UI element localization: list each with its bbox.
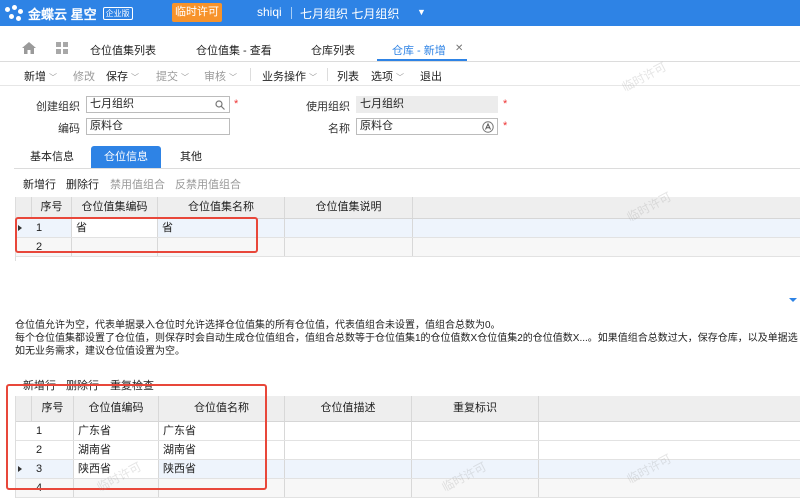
submit-button[interactable]: 提交 ﹀ bbox=[156, 68, 189, 84]
create-org-value: 七月组织 bbox=[90, 98, 134, 110]
header-cell: 序号 bbox=[32, 197, 72, 218]
header-cell: 重复标识 bbox=[412, 396, 539, 421]
tab-warehouse-value-set-list[interactable]: 仓位值集列表 bbox=[90, 42, 156, 58]
submit-label: 提交 bbox=[156, 71, 178, 83]
value-set-desc-cell[interactable] bbox=[285, 219, 413, 237]
home-icon[interactable] bbox=[22, 42, 36, 54]
highlight-box bbox=[6, 384, 267, 490]
divider bbox=[250, 68, 251, 81]
modify-button[interactable]: 修改 bbox=[73, 68, 95, 84]
options-label: 选项 bbox=[371, 71, 393, 83]
search-icon[interactable] bbox=[215, 100, 225, 110]
toolbar: 新增 ﹀ 修改 保存 ﹀ 提交 ﹀ 审核 ﹀ 业务操作 ﹀ 列表 选项 ﹀ 退出 bbox=[0, 62, 800, 86]
required-mark: * bbox=[234, 98, 239, 110]
required-mark: * bbox=[503, 120, 508, 132]
save-button[interactable]: 保存 ﹀ bbox=[106, 68, 139, 84]
chevron-down-icon: ﹀ bbox=[49, 73, 57, 82]
grid-header: 序号 仓位值集编码 仓位值集名称 仓位值集说明 bbox=[16, 197, 800, 219]
header-cell: 仓位值集说明 bbox=[285, 197, 413, 218]
multilanguage-icon[interactable] bbox=[482, 121, 494, 133]
value-desc-cell[interactable] bbox=[285, 441, 412, 459]
disable-combination-button[interactable]: 禁用值组合 bbox=[110, 176, 165, 192]
chevron-down-icon: ﹀ bbox=[131, 73, 139, 82]
tab-warehouse-list[interactable]: 仓库列表 bbox=[311, 42, 355, 58]
app-logo: 金蝶云 星空 企业版 bbox=[4, 4, 133, 23]
create-org-field[interactable]: 七月组织 bbox=[86, 96, 230, 113]
user-name[interactable]: shiqi bbox=[257, 5, 282, 19]
divider bbox=[327, 68, 328, 81]
value-desc-cell[interactable] bbox=[285, 479, 412, 497]
header-cell bbox=[16, 197, 32, 218]
chevron-down-icon: ﹀ bbox=[229, 73, 237, 82]
tab-warehouse-new[interactable]: 仓库 - 新增 bbox=[392, 42, 446, 58]
add-row-button[interactable]: 新增行 bbox=[23, 176, 56, 192]
audit-button[interactable]: 审核 ﹀ bbox=[204, 68, 237, 84]
active-tab-indicator bbox=[377, 59, 467, 61]
code-label: 编码 bbox=[58, 123, 80, 135]
org-selector[interactable]: 七月组织 七月组织 bbox=[300, 5, 399, 22]
use-org-field: 七月组织 bbox=[356, 96, 498, 113]
subtab-other[interactable]: 其他 bbox=[168, 146, 214, 168]
audit-label: 审核 bbox=[204, 71, 226, 83]
name-field[interactable]: 原料仓 bbox=[356, 118, 498, 135]
close-tab-icon[interactable]: ✕ bbox=[455, 43, 463, 54]
enable-combination-button[interactable]: 反禁用值组合 bbox=[175, 176, 241, 192]
duplicate-flag-cell[interactable] bbox=[412, 479, 539, 497]
exit-button[interactable]: 退出 bbox=[420, 68, 442, 84]
create-org-label: 创建组织 bbox=[36, 101, 80, 113]
value-set-desc-cell[interactable] bbox=[285, 238, 413, 256]
delete-row-button[interactable]: 删除行 bbox=[66, 176, 99, 192]
tab-warehouse-value-set-view[interactable]: 仓位值集 - 查看 bbox=[196, 42, 272, 58]
header-cell: 仓位值集编码 bbox=[72, 197, 158, 218]
temporary-license-button[interactable]: 临时许可 bbox=[172, 3, 222, 22]
use-org-label: 使用组织 bbox=[306, 101, 350, 113]
duplicate-flag-cell[interactable] bbox=[412, 422, 539, 440]
logo-text: 金蝶云 星空 bbox=[28, 7, 97, 22]
name-label: 名称 bbox=[328, 123, 350, 135]
divider bbox=[14, 168, 800, 169]
hint-line: 如无业务需求，建议仓位值设置为空。 bbox=[15, 346, 185, 357]
duplicate-flag-cell[interactable] bbox=[412, 441, 539, 459]
value-desc-cell[interactable] bbox=[285, 460, 412, 478]
logo-dots-icon bbox=[4, 4, 24, 23]
header-cell: 仓位值集名称 bbox=[158, 197, 285, 218]
business-label: 业务操作 bbox=[262, 71, 306, 83]
new-label: 新增 bbox=[24, 71, 46, 83]
chevron-down-icon: ﹀ bbox=[181, 73, 189, 82]
options-button[interactable]: 选项 ﹀ bbox=[371, 68, 404, 84]
highlight-box bbox=[15, 217, 258, 253]
logo-badge: 企业版 bbox=[102, 7, 133, 20]
value-desc-cell[interactable] bbox=[285, 422, 412, 440]
chevron-down-icon[interactable]: ▼ bbox=[417, 7, 426, 17]
duplicate-flag-cell[interactable] bbox=[412, 460, 539, 478]
business-operations-button[interactable]: 业务操作 ﹀ bbox=[262, 68, 317, 84]
required-mark: * bbox=[503, 98, 508, 110]
name-value: 原料仓 bbox=[360, 120, 393, 132]
subtab-basic-info[interactable]: 基本信息 bbox=[20, 146, 84, 168]
app-grid-icon[interactable] bbox=[56, 42, 68, 54]
tab-bar: 仓位值集列表 仓位值集 - 查看 仓库列表 仓库 - 新增 ✕ bbox=[0, 26, 800, 62]
header-cell: 仓位值描述 bbox=[285, 396, 412, 421]
chevron-down-icon: ﹀ bbox=[396, 73, 404, 82]
new-button[interactable]: 新增 ﹀ bbox=[24, 68, 57, 84]
top-bar: 金蝶云 星空 企业版 临时许可 shiqi 七月组织 七月组织 ▼ bbox=[0, 0, 800, 26]
divider bbox=[291, 7, 292, 19]
list-button[interactable]: 列表 bbox=[337, 68, 359, 84]
scroll-down-icon[interactable] bbox=[789, 298, 797, 302]
code-field[interactable]: 原料仓 bbox=[86, 118, 230, 135]
chevron-down-icon: ﹀ bbox=[309, 73, 317, 82]
save-label: 保存 bbox=[106, 71, 128, 83]
subtab-location-info[interactable]: 仓位信息 bbox=[91, 146, 161, 168]
